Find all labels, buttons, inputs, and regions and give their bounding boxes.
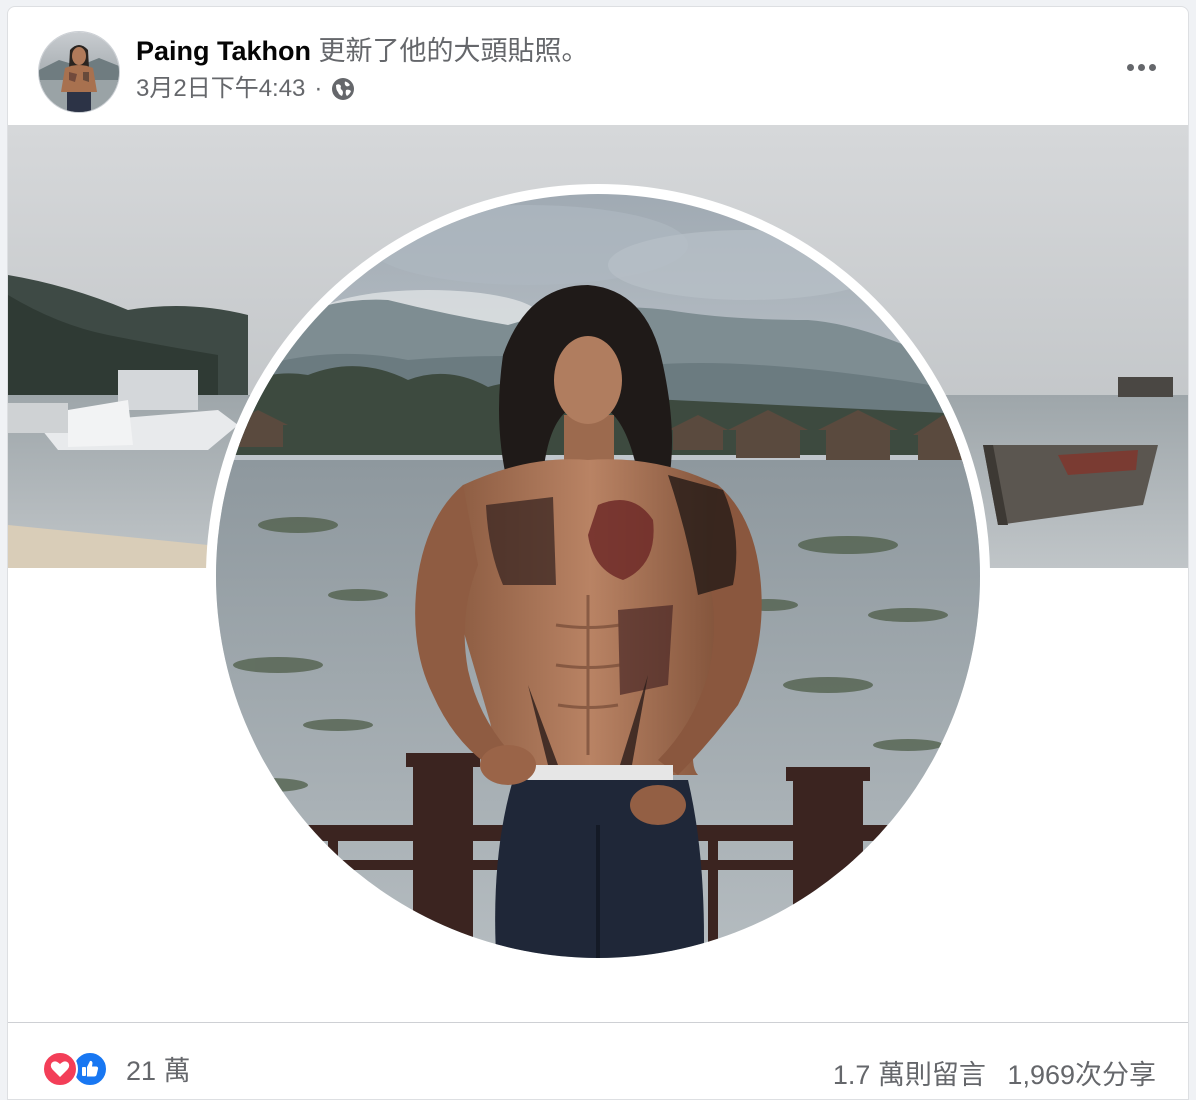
feed-post: Paing Takhon 更新了他的大頭貼照。 3月2日下午4:43 · 21 … (7, 6, 1189, 1100)
engagement-stats: 1.7 萬則留言 1,969次分享 (833, 1053, 1156, 1092)
meta-separator: · (314, 75, 323, 102)
profile-photo-image (8, 125, 1188, 968)
post-meta: 3月2日下午4:43 · (136, 74, 355, 104)
comment-count-link[interactable]: 1.7 萬則留言 (833, 1060, 986, 1090)
post-footer: 21 萬 1.7 萬則留言 1,969次分享 (8, 1023, 1188, 1099)
more-options-button[interactable] (1116, 45, 1166, 89)
author-line: Paing Takhon 更新了他的大頭貼照。 (136, 34, 589, 68)
share-count-link[interactable]: 1,969次分享 (1007, 1060, 1156, 1090)
love-icon (42, 1050, 78, 1087)
post-header: Paing Takhon 更新了他的大頭貼照。 3月2日下午4:43 · (8, 7, 1188, 125)
reaction-count: 21 萬 (126, 1056, 191, 1086)
globe-icon[interactable] (331, 77, 355, 101)
author-avatar[interactable] (38, 31, 120, 113)
post-action-text: 更新了他的大頭貼照。 (318, 36, 589, 66)
post-timestamp[interactable]: 3月2日下午4:43 (136, 74, 305, 104)
reactions-summary[interactable]: 21 萬 (42, 1049, 191, 1088)
author-name[interactable]: Paing Takhon (136, 36, 311, 66)
avatar-image (39, 32, 119, 112)
post-photo[interactable] (8, 125, 1188, 1023)
more-options-icon (1126, 63, 1134, 71)
